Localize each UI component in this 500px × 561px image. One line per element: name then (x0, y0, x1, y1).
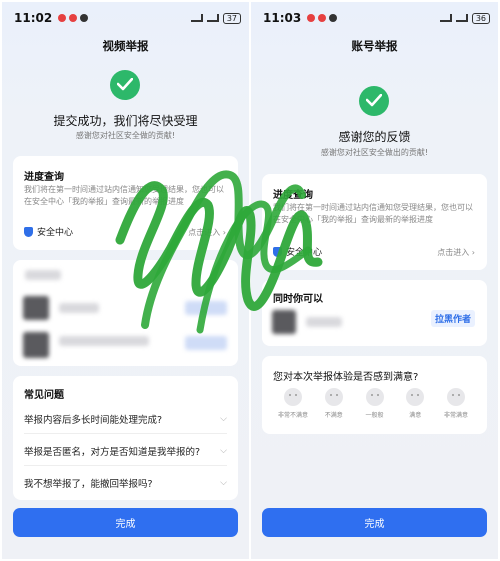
status-bar: 11:03 36 (263, 10, 490, 26)
battery-icon: 36 (471, 12, 490, 24)
success-check-icon (359, 86, 389, 116)
blurred-button[interactable] (185, 301, 227, 315)
rating-label: 满意 (409, 412, 422, 419)
security-center-label: 安全中心 (37, 228, 74, 238)
blurred-name (59, 303, 99, 313)
status-indicators: 36 (439, 12, 490, 24)
rating-option[interactable]: 一般般 (358, 388, 392, 419)
left-screen: 11:02 37 视频举报 提交成功，我们将尽快受理 感谢您对社区安全做的贡献!… (2, 2, 249, 559)
notification-icon (80, 14, 89, 22)
rating-label: 非常不满意 (277, 412, 308, 419)
security-center-link[interactable]: 安全中心 (273, 245, 322, 258)
rating-option[interactable]: 非常满意 (439, 388, 473, 419)
done-button[interactable]: 完成 (262, 508, 487, 537)
blurred-name (306, 317, 342, 327)
faq-card: 常见问题 举报内容后多长时间能处理完成? ⌵ 举报是否匿名，对方是否知道是我举报… (13, 376, 238, 500)
notification-icons (307, 14, 338, 22)
blurred-avatar (23, 332, 49, 358)
rating-card: 您对本次举报体验是否感到满意? 非常不满意 不满意 一般般 满意 非常满意 (262, 356, 487, 434)
progress-description: 我们将在第一时间通过站内信通知您受理结果，您也可以在安全中心「我的举报」查询最新… (273, 203, 473, 224)
rating-option[interactable]: 非常不满意 (276, 388, 310, 419)
page-title: 账号举报 (351, 39, 398, 53)
recommended-users-card (13, 260, 238, 366)
progress-title: 进度查询 (273, 190, 313, 201)
signal-icon (190, 14, 203, 22)
signal-icon (439, 14, 452, 22)
result-subtitle: 感谢您对社区安全做的贡献! (75, 131, 176, 140)
chevron-down-icon: ⌵ (220, 445, 227, 456)
done-button[interactable]: 完成 (13, 508, 238, 537)
rating-label: 不满意 (324, 412, 343, 419)
notification-icon (307, 14, 316, 22)
screen-divider (249, 0, 251, 561)
enter-link[interactable]: 点击进入 › (188, 227, 226, 238)
notification-icon (329, 14, 338, 22)
faq-question: 举报内容后多长时间能处理完成? (24, 414, 163, 426)
rating-label: 非常满意 (443, 412, 468, 419)
blurred-avatar (272, 310, 296, 334)
face-icon (365, 388, 384, 406)
page-title: 视频举报 (102, 39, 149, 53)
face-icon (284, 388, 302, 406)
shield-icon (273, 246, 282, 257)
notification-icon (69, 14, 78, 22)
success-check-icon (110, 70, 140, 100)
rating-option[interactable]: 满意 (398, 388, 432, 419)
notification-icon (58, 14, 67, 22)
status-time: 11:03 (263, 11, 302, 25)
status-bar: 11:02 37 (14, 10, 241, 26)
progress-card: 进度查询 我们将在第一时间通过站内信通知您受理结果，您也可以在安全中心「我的举报… (13, 156, 238, 250)
result-headline: 感谢您的反馈 (338, 130, 411, 144)
signal-icon (455, 14, 468, 22)
face-icon (324, 388, 343, 406)
blurred-name (59, 336, 149, 346)
notification-icons (58, 14, 89, 22)
face-icon (406, 388, 425, 406)
right-screen: 11:03 36 账号举报 感谢您的反馈 感谢您对社区安全做出的贡献! 进度查询… (251, 2, 498, 559)
security-center-label: 安全中心 (286, 248, 323, 258)
faq-question: 我不想举报了，能撤回举报吗? (24, 479, 153, 490)
status-indicators: 37 (190, 12, 241, 24)
blurred-title (25, 270, 61, 280)
status-time: 11:02 (14, 11, 53, 25)
blurred-button[interactable] (185, 336, 227, 350)
notification-icon (318, 14, 327, 22)
chevron-down-icon: ⌵ (220, 413, 227, 424)
progress-card: 进度查询 我们将在第一时间通过站内信通知您受理结果，您也可以在安全中心「我的举报… (262, 174, 487, 270)
result-headline: 提交成功，我们将尽快受理 (53, 114, 198, 128)
block-author-button[interactable]: 拉黑作者 (431, 310, 475, 327)
face-icon (447, 388, 465, 406)
enter-link[interactable]: 点击进入 › (437, 247, 475, 258)
block-title: 同时你可以 (273, 294, 323, 305)
faq-question: 举报是否匿名，对方是否知道是我举报的? (24, 446, 201, 458)
faq-item[interactable]: 我不想举报了，能撤回举报吗? ⌵ (24, 468, 227, 498)
progress-description: 我们将在第一时间通过站内信通知您受理结果，您也可以在安全中心「我的举报」查询最新… (24, 185, 224, 206)
result-subtitle: 感谢您对社区安全做出的贡献! (320, 148, 429, 157)
battery-icon: 37 (222, 12, 241, 24)
rating-label: 一般般 (365, 412, 384, 419)
shield-icon (24, 226, 33, 237)
rating-options: 非常不满意 不满意 一般般 满意 非常满意 (276, 388, 473, 419)
block-card: 同时你可以 拉黑作者 (262, 280, 487, 346)
rating-question: 您对本次举报体验是否感到满意? (273, 372, 419, 383)
rating-option[interactable]: 不满意 (317, 388, 351, 419)
chevron-down-icon: ⌵ (220, 478, 227, 488)
faq-item[interactable]: 举报是否匿名，对方是否知道是我举报的? ⌵ (24, 436, 227, 466)
progress-title: 进度查询 (24, 172, 64, 183)
blurred-avatar (23, 296, 49, 320)
signal-icon (206, 14, 219, 22)
security-center-link[interactable]: 安全中心 (24, 225, 73, 238)
faq-title: 常见问题 (24, 390, 64, 401)
faq-item[interactable]: 举报内容后多长时间能处理完成? ⌵ (24, 404, 227, 434)
